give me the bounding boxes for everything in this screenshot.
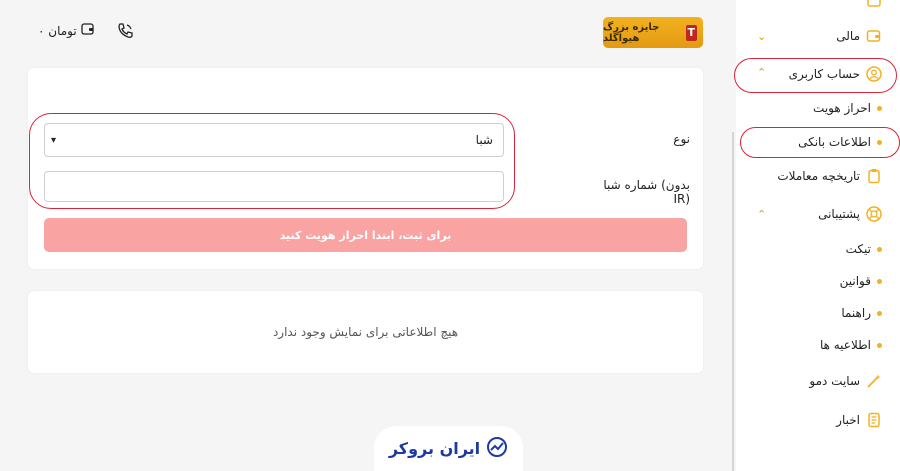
sidebar-item-guide[interactable]: راهنما xyxy=(841,306,882,320)
phone-icon[interactable] xyxy=(116,22,134,40)
sidebar-item-partial-top[interactable] xyxy=(866,0,882,8)
sidebar-item-label: پشتیبانی xyxy=(818,207,860,221)
chart-trend-icon xyxy=(486,436,508,462)
highlight-form-fields xyxy=(29,113,515,209)
highlight-bank-info xyxy=(740,127,900,158)
news-icon xyxy=(866,412,882,428)
scrollbar[interactable] xyxy=(732,132,734,471)
wallet-amount: ۰ تومان xyxy=(38,23,77,38)
sidebar-item-announcements[interactable]: اطلاعیه ها xyxy=(820,338,882,352)
sidebar-item-rules[interactable]: قوانین xyxy=(840,274,882,288)
wallet-balance[interactable]: ۰ تومان xyxy=(38,22,95,39)
lifebuoy-icon xyxy=(866,206,882,222)
sidebar-item-label: احراز هویت xyxy=(813,101,871,115)
sidebar-item-label: تاریخچه معاملات xyxy=(777,169,860,183)
bank-accounts-list-card: هیچ اطلاعاتی برای نمایش وجود ندارد xyxy=(28,291,703,373)
sidebar-item-label: قوانین xyxy=(839,274,871,288)
bullet-icon xyxy=(877,105,882,111)
sidebar-item-support[interactable]: پشتیبانی xyxy=(818,206,882,222)
highlight-account xyxy=(734,58,897,93)
prize-badge-icon: T xyxy=(685,24,697,41)
box-icon xyxy=(866,0,882,8)
wallet-icon xyxy=(81,22,95,39)
bullet-icon xyxy=(877,342,882,348)
sidebar-item-demo-site[interactable]: سایت دمو xyxy=(809,373,882,389)
prize-banner-button[interactable]: جایزه بزرگ هیواگلد T xyxy=(603,17,703,48)
sidebar-item-label: مالی xyxy=(836,29,860,43)
type-label: نوع xyxy=(673,132,690,146)
submit-button[interactable]: برای ثبت، ابتدا احراز هویت کنید xyxy=(44,218,687,252)
sidebar-item-finance[interactable]: مالی xyxy=(836,28,882,44)
sidebar-item-kyc[interactable]: احراز هویت xyxy=(813,101,882,115)
top-header: ۰ تومان جایزه بزرگ هیواگلد T xyxy=(0,0,735,66)
sidebar-item-ticket[interactable]: تیکت xyxy=(846,242,882,256)
sidebar-item-label: سایت دمو xyxy=(809,374,860,388)
chevron-down-icon[interactable]: ⌄ xyxy=(757,30,766,43)
sidebar-item-label: اخبار xyxy=(836,413,860,427)
sidebar-item-trade-history[interactable]: تاریخچه معاملات xyxy=(777,168,882,184)
clipboard-icon xyxy=(866,168,882,184)
sheba-label: شماره شبا (بدون IR) xyxy=(603,178,690,206)
sidebar-item-news[interactable]: اخبار xyxy=(836,412,882,428)
wand-icon xyxy=(866,373,882,389)
sidebar-item-label: راهنما xyxy=(841,306,871,320)
logo-text: ایران بروکر xyxy=(388,439,481,458)
footer-logo[interactable]: ایران بروکر xyxy=(374,426,523,471)
sidebar-item-label: اطلاعیه ها xyxy=(819,338,871,352)
submit-label: برای ثبت، ابتدا احراز هویت کنید xyxy=(279,228,452,242)
prize-label: جایزه بزرگ هیواگلد xyxy=(603,21,660,44)
sidebar-item-label: تیکت xyxy=(845,242,871,256)
bullet-icon xyxy=(877,310,882,316)
empty-state-message: هیچ اطلاعاتی برای نمایش وجود ندارد xyxy=(272,325,459,339)
bullet-icon xyxy=(877,246,882,252)
wallet-icon xyxy=(866,28,882,44)
chevron-up-icon[interactable]: ⌃ xyxy=(757,208,766,221)
bullet-icon xyxy=(877,278,882,284)
